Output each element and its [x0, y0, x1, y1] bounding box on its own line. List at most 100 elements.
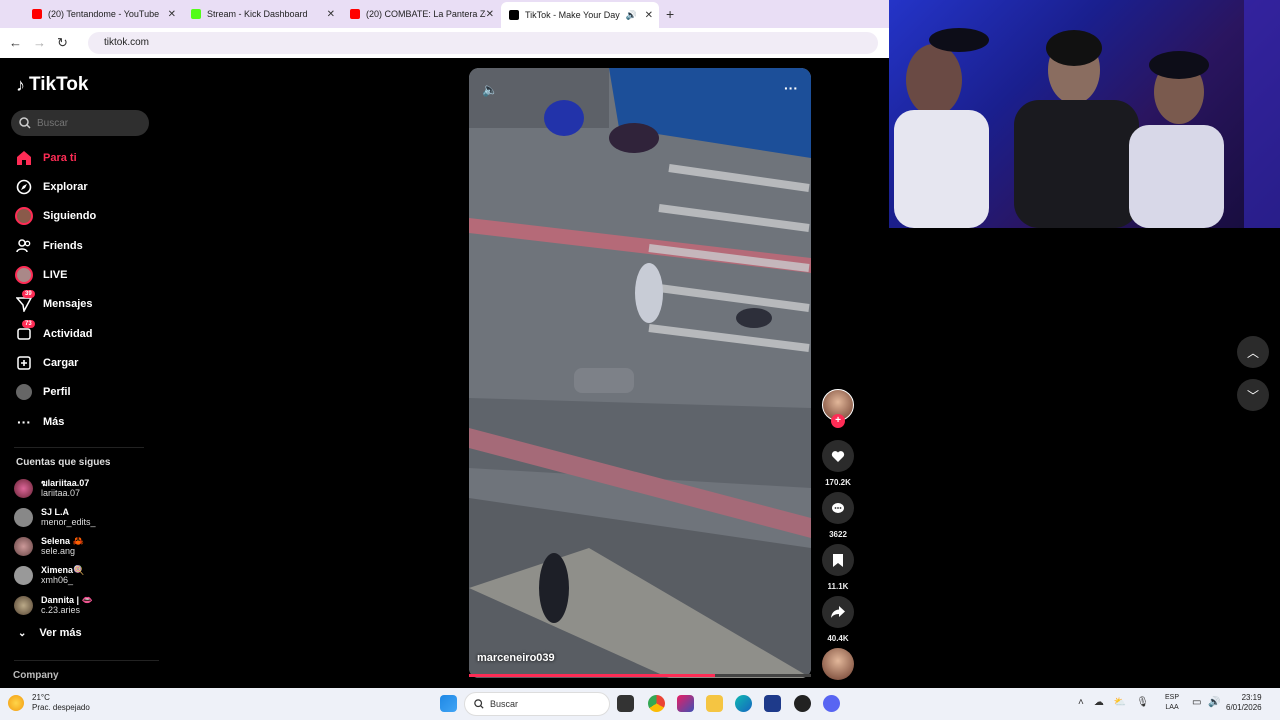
cloud-icon[interactable]: ⛅	[1114, 697, 1126, 708]
messages-icon: 39	[14, 290, 35, 314]
chrome-icon[interactable]	[648, 695, 665, 712]
comment-count: 3622	[829, 530, 847, 539]
windows-start-icon[interactable]	[440, 695, 457, 712]
url-field[interactable]: tiktok.com	[88, 32, 878, 54]
company-link[interactable]: Company	[13, 670, 59, 681]
save-button[interactable]: 11.1K	[822, 544, 854, 591]
temperature: 21°C	[32, 693, 50, 702]
save-count: 11.1K	[827, 582, 849, 591]
tab-title: Stream - Kick Dashboard	[207, 9, 308, 19]
tab-tiktok[interactable]: TikTok - Make Your Day 🔊 ✕	[501, 2, 659, 28]
url-text: tiktok.com	[104, 37, 150, 48]
account-username: lariitaa.07	[41, 488, 81, 498]
nav-label: Actividad	[43, 328, 93, 340]
like-button[interactable]: 170.2K	[822, 440, 854, 487]
clock[interactable]: 23:19 6/01/2026	[1226, 693, 1262, 713]
volume-icon[interactable]: 🔈	[482, 82, 498, 98]
account-name: Selena 🦀	[41, 536, 84, 546]
tab-kick-dashboard[interactable]: Stream - Kick Dashboard ✕	[183, 3, 341, 25]
nav-cargar[interactable]: Cargar	[14, 352, 78, 374]
close-icon[interactable]: ✕	[168, 9, 176, 20]
more-icon: ···	[17, 414, 31, 430]
share-icon	[822, 596, 854, 628]
following-account[interactable]: Selena 🦀 sele.ang	[14, 533, 84, 559]
edge-icon[interactable]	[735, 695, 752, 712]
obs-icon[interactable]	[794, 695, 811, 712]
tab-youtube-tentandome[interactable]: (20) Tentandome - YouTube ✕	[24, 3, 182, 25]
nav-mensajes[interactable]: 39 Mensajes	[14, 290, 93, 315]
store-icon[interactable]	[764, 695, 781, 712]
discord-icon[interactable]	[823, 695, 840, 712]
close-icon[interactable]: ✕	[486, 9, 494, 20]
speaker-icon[interactable]: 🔊	[1208, 697, 1220, 708]
file-explorer-icon[interactable]	[706, 695, 723, 712]
tiktok-note-icon: ♪	[16, 74, 25, 95]
account-username: sele.ang	[41, 546, 76, 556]
nav-mas[interactable]: ··· Más	[14, 411, 64, 433]
task-view-icon[interactable]	[617, 695, 634, 712]
divider	[14, 447, 144, 448]
network-icon[interactable]: ☁	[1094, 697, 1104, 708]
taskbar-search[interactable]: Buscar	[464, 692, 610, 716]
speaker-icon[interactable]: 🔊	[626, 10, 637, 21]
nav-label: Para ti	[43, 152, 77, 164]
tab-title: (20) COMBATE: La Pantera Zeg...	[366, 9, 486, 19]
language-indicator[interactable]: ESP LAA	[1165, 693, 1179, 713]
microphone-icon[interactable]: 🎙	[1136, 697, 1149, 708]
nav-label: Más	[43, 416, 65, 428]
reload-icon[interactable]: ↻	[57, 35, 68, 51]
weather-widget[interactable]: 21°C Prac. despejado	[8, 693, 90, 713]
monitor-icon[interactable]: ▭	[1192, 697, 1201, 708]
profile-icon	[14, 382, 34, 402]
comment-button[interactable]: 3622	[822, 492, 854, 539]
nav-siguiendo[interactable]: Siguiendo	[14, 205, 96, 227]
new-tab-button[interactable]: +	[666, 6, 674, 22]
chevron-down-icon: ⌄	[18, 627, 27, 639]
next-video-button[interactable]: ﹀	[1237, 379, 1269, 411]
tiktok-icon	[509, 10, 519, 20]
following-account[interactable]: SJ L.A menor_edits_	[14, 504, 96, 530]
webcam-overlay	[889, 0, 1280, 228]
close-icon[interactable]: ✕	[645, 10, 653, 21]
forward-icon[interactable]: →	[33, 35, 46, 50]
video-frame	[469, 68, 811, 678]
follow-plus-icon[interactable]: +	[831, 414, 845, 428]
nav-label: Perfil	[43, 386, 71, 398]
video-player[interactable]	[469, 68, 811, 678]
search-input[interactable]	[37, 117, 137, 129]
tab-youtube-combate[interactable]: (20) COMBATE: La Pantera Zeg... ✕	[342, 3, 500, 25]
search-box[interactable]	[11, 110, 149, 136]
nav-live[interactable]: LIVE	[14, 264, 67, 286]
video-progress-bar[interactable]	[469, 674, 811, 677]
system-tray: ˄ ☁ ⛅ 🎙	[1078, 697, 1159, 708]
following-account[interactable]: Dannita | 👄 c.23.aries	[14, 592, 93, 618]
weather-text: Prac. despejado	[32, 703, 90, 712]
sound-disc[interactable]	[822, 648, 854, 680]
more-options-icon[interactable]: ···	[784, 80, 798, 96]
chevron-up-icon[interactable]: ˄	[1078, 697, 1084, 708]
copilot-icon[interactable]	[677, 695, 694, 712]
following-account[interactable]: ฆlariitaa.07 lariitaa.07	[14, 475, 89, 501]
nav-friends[interactable]: Friends	[14, 235, 83, 257]
nav-label: Siguiendo	[43, 210, 97, 222]
previous-video-button[interactable]: ︿	[1237, 336, 1269, 368]
back-icon[interactable]: ←	[9, 35, 22, 50]
nav-explorar[interactable]: Explorar	[14, 176, 88, 198]
nav-perfil[interactable]: Perfil	[14, 381, 71, 403]
chevron-up-icon: ︿	[1246, 345, 1259, 360]
nav-para-ti[interactable]: Para ti	[14, 147, 77, 169]
share-button[interactable]: 40.4K	[822, 596, 854, 643]
webcam-image	[894, 0, 1280, 228]
see-more-button[interactable]: ⌄ Ver más	[18, 627, 82, 639]
bookmark-icon	[822, 544, 854, 576]
language-code: ESP	[1165, 694, 1180, 701]
nav-actividad[interactable]: 73 Actividad	[14, 320, 93, 345]
see-more-label: Ver más	[39, 627, 82, 639]
nav-label: LIVE	[43, 269, 68, 281]
video-author[interactable]: marceneiro039	[477, 652, 555, 664]
live-icon	[14, 265, 34, 285]
windows-taskbar: 21°C Prac. despejado Buscar ˄ ☁ ⛅ 🎙 ESP L…	[0, 688, 1280, 720]
following-account[interactable]: Ximena🍭 xmh06_	[14, 562, 84, 588]
close-icon[interactable]: ✕	[327, 9, 335, 20]
tiktok-logo[interactable]: ♪ TikTok	[16, 74, 88, 96]
